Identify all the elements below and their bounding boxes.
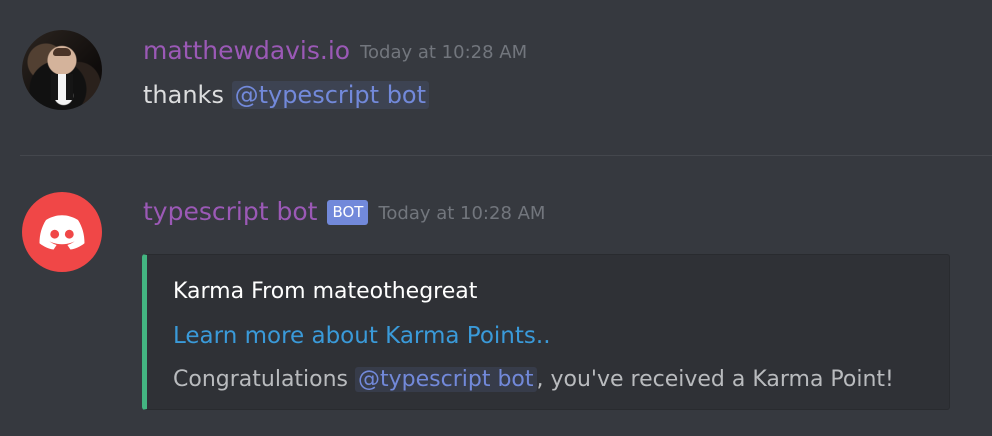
user-mention[interactable]: @typescript bot [231, 81, 430, 109]
rich-embed: Karma From mateothegreat Learn more abou… [142, 254, 950, 410]
message-text: thanks [143, 81, 232, 109]
author-username[interactable]: typescript bot [143, 197, 317, 227]
user-avatar[interactable] [22, 30, 102, 110]
message-divider [20, 155, 992, 156]
message-timestamp[interactable]: Today at 10:28 AM [360, 42, 527, 64]
discord-logo-icon[interactable] [22, 192, 102, 272]
bot-badge: BOT [327, 200, 369, 225]
message-header: matthewdavis.io Today at 10:28 AM [143, 36, 527, 66]
message-timestamp[interactable]: Today at 10:28 AM [378, 203, 545, 225]
chat-message-list: matthewdavis.io Today at 10:28 AM thanks… [0, 0, 992, 436]
embed-description-prefix: Congratulations [173, 367, 356, 392]
message-header: typescript bot BOT Today at 10:28 AM [143, 197, 545, 227]
embed-title: Karma From mateothegreat [173, 279, 478, 304]
embed-description-suffix: , you've received a Karma Point! [536, 367, 894, 392]
embed-description: Congratulations @typescript bot, you've … [173, 365, 894, 395]
author-username[interactable]: matthewdavis.io [143, 36, 350, 66]
karma-points-link[interactable]: Learn more about Karma Points.. [173, 321, 551, 351]
user-mention[interactable]: @typescript bot [355, 367, 537, 392]
message-content: thanks @typescript bot [143, 79, 430, 111]
